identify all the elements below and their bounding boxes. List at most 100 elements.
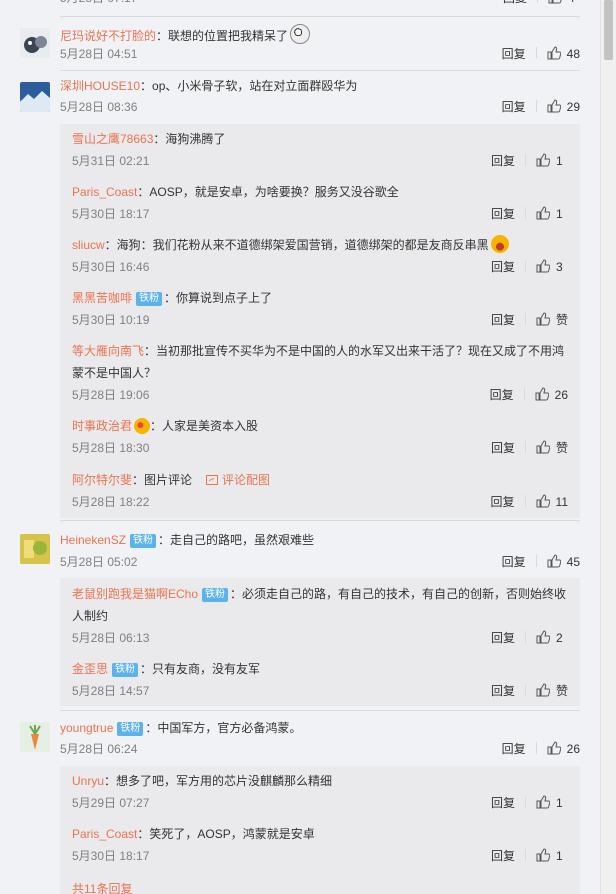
reply-item: 时事政治君 ：人家是美资本入股 5月28日 18:30 回复 赞: [72, 415, 568, 459]
reply-button[interactable]: 回复: [491, 792, 515, 814]
reply-button[interactable]: 回复: [491, 437, 515, 459]
avatar[interactable]: [20, 28, 50, 58]
avatar[interactable]: [20, 82, 50, 112]
username-link[interactable]: 雪山之鹰78663: [72, 132, 153, 146]
thumbs-up-icon[interactable]: [536, 153, 550, 167]
like-count: 赞: [555, 684, 568, 698]
username-link[interactable]: 等大雁向南飞: [72, 344, 144, 358]
comment-image-link[interactable]: 评论配图: [222, 473, 270, 487]
reply-item: Unryu：想多了吧，军方用的芯片没麒麟那么精细 5月29日 07:27 回复 1: [72, 770, 568, 814]
like-count: 45: [566, 555, 580, 569]
reply-button[interactable]: 回复: [491, 845, 515, 867]
reply-button[interactable]: 回复: [502, 44, 526, 64]
like-count: 26: [566, 742, 580, 756]
reply-timestamp: 5月28日 19:06: [72, 388, 150, 402]
more-replies-link[interactable]: 共11条回复: [72, 879, 132, 894]
reply-button[interactable]: 回复: [490, 384, 514, 406]
image-icon: [206, 475, 219, 485]
username-link[interactable]: 深圳HOUSE10: [60, 79, 140, 93]
divider: [60, 16, 580, 17]
reply-button[interactable]: 回复: [502, 97, 526, 117]
thumbs-up-icon[interactable]: [536, 312, 550, 326]
thumbs-up-icon[interactable]: [548, 0, 562, 4]
reply-item: 雪山之鹰78663：海狗沸腾了 5月31日 02:21 回复 1: [72, 128, 568, 172]
reply-button[interactable]: 回复: [502, 552, 526, 572]
reply-timestamp: 5月29日 07:27: [72, 796, 150, 810]
thumbs-up-icon[interactable]: [535, 387, 549, 401]
reply-button[interactable]: 回复: [491, 203, 515, 225]
reply-text: ：海狗沸腾了: [153, 132, 226, 146]
reply-list: Unryu：想多了吧，军方用的芯片没麒麟那么精细 5月29日 07:27 回复 1 …: [60, 766, 580, 894]
like-count: 2: [556, 631, 563, 645]
reply-timestamp: 5月30日 16:46: [72, 260, 150, 274]
reply-timestamp: 5月28日 18:22: [72, 495, 150, 509]
username-link[interactable]: 阿尔特尔斐: [72, 473, 132, 487]
thumbs-up-icon[interactable]: [536, 683, 550, 697]
scrollbar-thumb[interactable]: [604, 0, 613, 60]
avatar[interactable]: [20, 534, 50, 564]
reply-text: ：当初那批宣传不买华为不是中国的人的水军又出来干活了？现在又成了不用鸿蒙不是中国…: [72, 344, 565, 380]
reply-list: 雪山之鹰78663：海狗沸腾了 5月31日 02:21 回复 1 Paris_Coa…: [60, 124, 580, 518]
avatar[interactable]: [20, 722, 50, 752]
like-count: 26: [554, 388, 568, 402]
thumbs-up-icon[interactable]: [536, 440, 550, 454]
thumbs-up-icon[interactable]: [547, 99, 561, 113]
reply-button[interactable]: 回复: [491, 150, 515, 172]
reply-button[interactable]: 回复: [491, 680, 515, 702]
like-count: 赞: [555, 313, 568, 327]
scrollbar[interactable]: [600, 0, 616, 894]
thumbs-up-icon[interactable]: [547, 554, 561, 568]
thumbs-up-icon[interactable]: [536, 206, 550, 220]
username-link[interactable]: 老鼠别跑我是猫啊ECho: [72, 587, 198, 601]
like-count: 1: [556, 849, 563, 863]
fan-badge: 铁粉: [117, 722, 144, 736]
like-count: 1: [556, 154, 563, 168]
thumbs-up-icon[interactable]: [536, 494, 550, 508]
comment-timestamp: 5月28日 04:51: [60, 47, 138, 61]
username-link[interactable]: HeinekenSZ: [60, 533, 126, 547]
like-count: 11: [555, 495, 568, 509]
fan-badge: 铁粉: [202, 588, 229, 602]
username-link[interactable]: 尼玛说好不打脸的: [60, 29, 156, 43]
comment-text: ：联想的位置把我精呆了: [156, 29, 289, 43]
username-link[interactable]: 时事政治君: [72, 419, 132, 433]
like-count: 48: [566, 47, 580, 61]
divider: [60, 70, 580, 71]
reply-button[interactable]: 回复: [491, 627, 515, 649]
thumbs-up-icon[interactable]: [547, 46, 561, 60]
reply-item: 阿尔特尔斐：图片评论 评论配图 5月28日 18:22 回复 11: [72, 469, 568, 513]
like-count: 赞: [555, 441, 568, 455]
reply-item: 老鼠别跑我是猫啊ECho 铁粉 ：必须走自己的路，有自己的技术，有自己的创新，否则始…: [72, 583, 568, 649]
thumbs-up-icon[interactable]: [536, 848, 550, 862]
reply-button[interactable]: 回复: [491, 309, 515, 331]
username-link[interactable]: sliucw: [72, 238, 105, 252]
like-count: 1: [556, 207, 563, 221]
thumbs-up-icon[interactable]: [536, 259, 550, 273]
reply-item: Paris_Coast：AOSP，就是安卓，为啥要换？服务又没谷歌全 5月30日…: [72, 181, 568, 225]
username-link[interactable]: youngtrue: [60, 721, 113, 735]
reply-text: ：AOSP，就是安卓，为啥要换？服务又没谷歌全: [137, 185, 399, 199]
reply-button[interactable]: 回复: [491, 491, 515, 513]
username-link[interactable]: 黑黑苦咖啡: [72, 291, 132, 305]
divider: [60, 520, 580, 521]
reply-timestamp: 5月30日 10:19: [72, 313, 150, 327]
thumbs-up-icon[interactable]: [536, 795, 550, 809]
laughing-emoji-icon: [490, 235, 509, 253]
comment-timestamp: 5月28日 06:24: [60, 742, 138, 756]
comment-timestamp: 5月28日 08:36: [60, 100, 138, 114]
thumbs-up-icon[interactable]: [536, 630, 550, 644]
comment-text: ：op、小米骨子软，站在对立面群殴华为: [140, 79, 358, 93]
username-link[interactable]: Unryu: [72, 774, 104, 788]
username-link[interactable]: 金歪思: [72, 662, 108, 676]
reply-button[interactable]: 回复: [503, 0, 527, 8]
thumbs-up-icon[interactable]: [547, 741, 561, 755]
reply-item: 黑黑苦咖啡 铁粉 ：你算说到点子上了 5月30日 10:19 回复 赞: [72, 287, 568, 331]
reply-button[interactable]: 回复: [502, 739, 526, 759]
reply-timestamp: 5月30日 18:17: [72, 849, 150, 863]
username-link[interactable]: Paris_Coast: [72, 827, 137, 841]
comment-feed: 5月28日 07:17 回复 4 尼玛说好不打脸的：联想的位置把我精呆了 5月28…: [0, 0, 600, 894]
username-link[interactable]: Paris_Coast: [72, 185, 137, 199]
reply-button[interactable]: 回复: [491, 256, 515, 278]
lock-emoji-icon: [134, 418, 151, 434]
reply-timestamp: 5月30日 18:17: [72, 207, 150, 221]
